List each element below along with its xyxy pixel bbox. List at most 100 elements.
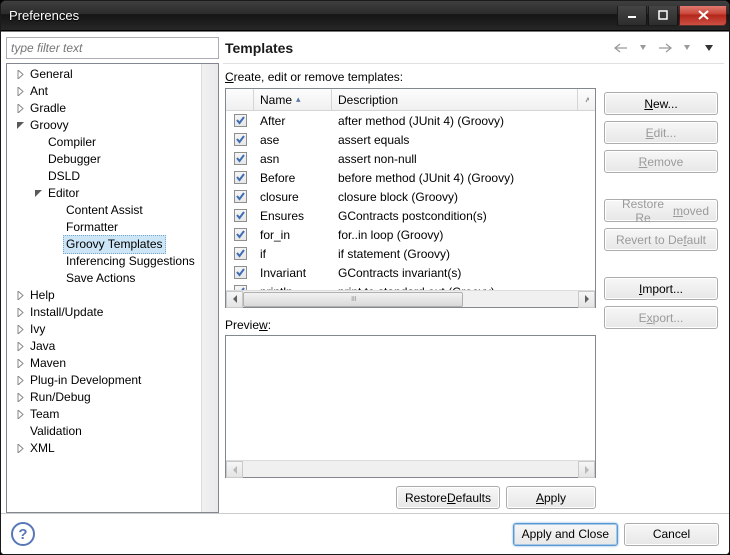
view-menu-icon[interactable]: [698, 39, 720, 57]
tree-item[interactable]: Content Assist: [7, 202, 218, 219]
cell-name: ase: [254, 133, 332, 147]
checkbox-icon[interactable]: [234, 190, 247, 203]
collapse-icon[interactable]: [13, 121, 27, 130]
table-row[interactable]: ifif statement (Groovy): [226, 244, 595, 263]
table-row[interactable]: Beforebefore method (JUnit 4) (Groovy): [226, 168, 595, 187]
tree-item[interactable]: Ivy: [7, 321, 218, 338]
tree-item[interactable]: General: [7, 66, 218, 83]
page-title: Templates: [225, 40, 610, 56]
expand-icon[interactable]: [13, 444, 27, 453]
restore-defaults-button[interactable]: Restore Defaults: [396, 486, 500, 509]
expand-icon[interactable]: [13, 70, 27, 79]
back-menu-icon[interactable]: [632, 39, 654, 57]
preview-area[interactable]: [225, 335, 596, 478]
checkbox-icon[interactable]: [234, 285, 247, 290]
tree-item[interactable]: Java: [7, 338, 218, 355]
expand-icon[interactable]: [13, 342, 27, 351]
checkbox-icon[interactable]: [234, 247, 247, 260]
forward-menu-icon[interactable]: [676, 39, 698, 57]
tree-item[interactable]: Inferencing Suggestions: [7, 253, 218, 270]
tree-item[interactable]: Run/Debug: [7, 389, 218, 406]
tree-item[interactable]: Groovy: [7, 117, 218, 134]
table-row[interactable]: EnsuresGContracts postcondition(s): [226, 206, 595, 225]
apply-button[interactable]: Apply: [506, 486, 596, 509]
export-button[interactable]: Export...: [604, 306, 718, 329]
table-row[interactable]: for_infor..in loop (Groovy): [226, 225, 595, 244]
preview-hscrollbar[interactable]: [226, 460, 595, 477]
table-row[interactable]: InvariantGContracts invariant(s): [226, 263, 595, 282]
table-row[interactable]: aseassert equals: [226, 130, 595, 149]
titlebar[interactable]: Preferences: [1, 1, 729, 31]
new-button[interactable]: New...: [604, 92, 718, 115]
preview-scroll-right-icon[interactable]: [578, 461, 595, 478]
tree-item[interactable]: Formatter: [7, 219, 218, 236]
tree-item[interactable]: Save Actions: [7, 270, 218, 287]
checkbox-icon[interactable]: [234, 171, 247, 184]
tree-item[interactable]: DSLD: [7, 168, 218, 185]
table-row[interactable]: closureclosure block (Groovy): [226, 187, 595, 206]
table-hscrollbar[interactable]: [226, 290, 595, 307]
tree-item[interactable]: Team: [7, 406, 218, 423]
expand-icon[interactable]: [13, 291, 27, 300]
remove-button[interactable]: Remove: [604, 150, 718, 173]
col-name[interactable]: Name▴: [254, 89, 332, 110]
preferences-tree[interactable]: GeneralAntGradleGroovyCompilerDebuggerDS…: [6, 63, 219, 513]
expand-icon[interactable]: [13, 359, 27, 368]
collapse-icon[interactable]: [31, 189, 45, 198]
cell-name: Before: [254, 171, 332, 185]
col-check[interactable]: [226, 89, 254, 110]
col-description[interactable]: Description: [332, 89, 578, 110]
import-button[interactable]: Import...: [604, 277, 718, 300]
close-button[interactable]: [679, 6, 727, 26]
checkbox-icon[interactable]: [234, 266, 247, 279]
back-button[interactable]: [610, 39, 632, 57]
checkbox-icon[interactable]: [234, 114, 247, 127]
table-row[interactable]: Afterafter method (JUnit 4) (Groovy): [226, 111, 595, 130]
table-row[interactable]: printlnprint to standard out (Groovy): [226, 282, 595, 290]
scroll-right-icon[interactable]: [578, 291, 595, 308]
expand-icon[interactable]: [13, 87, 27, 96]
tree-item[interactable]: Plug-in Development: [7, 372, 218, 389]
tree-item[interactable]: Groovy Templates: [7, 236, 218, 253]
scroll-track[interactable]: [243, 291, 578, 308]
checkbox-icon[interactable]: [234, 209, 247, 222]
maximize-button[interactable]: [648, 6, 678, 26]
tree-item[interactable]: Help: [7, 287, 218, 304]
minimize-button[interactable]: [617, 6, 647, 26]
checkbox-icon[interactable]: [234, 152, 247, 165]
tree-item[interactable]: Maven: [7, 355, 218, 372]
tree-scrollbar[interactable]: [201, 64, 218, 512]
filter-input[interactable]: [6, 37, 219, 59]
tree-item[interactable]: Gradle: [7, 100, 218, 117]
cancel-button[interactable]: Cancel: [624, 523, 719, 546]
tree-item[interactable]: Ant: [7, 83, 218, 100]
tree-item[interactable]: Debugger: [7, 151, 218, 168]
expand-icon[interactable]: [13, 410, 27, 419]
preview-scroll-left-icon[interactable]: [226, 461, 243, 478]
tree-item[interactable]: Compiler: [7, 134, 218, 151]
checkbox-icon[interactable]: [234, 228, 247, 241]
expand-icon[interactable]: [13, 376, 27, 385]
tree-item[interactable]: Install/Update: [7, 304, 218, 321]
cell-desc: after method (JUnit 4) (Groovy): [332, 114, 595, 128]
checkbox-icon[interactable]: [234, 133, 247, 146]
tree-item[interactable]: XML: [7, 440, 218, 457]
expand-icon[interactable]: [13, 308, 27, 317]
table-body[interactable]: Afterafter method (JUnit 4) (Groovy)asea…: [226, 111, 595, 290]
expand-icon[interactable]: [13, 393, 27, 402]
revert-button[interactable]: Revert to Default: [604, 228, 718, 251]
tree-item[interactable]: Validation: [7, 423, 218, 440]
tree-item[interactable]: Editor: [7, 185, 218, 202]
help-icon[interactable]: ?: [11, 522, 35, 546]
scroll-thumb[interactable]: [243, 292, 463, 307]
preferences-window: Preferences GeneralAntGradleGroovyCompil…: [0, 0, 730, 555]
scroll-left-icon[interactable]: [226, 291, 243, 308]
apply-and-close-button[interactable]: Apply and Close: [513, 523, 618, 546]
expand-icon[interactable]: [13, 325, 27, 334]
restore-removed-button[interactable]: Restore Removed: [604, 199, 718, 222]
table-row[interactable]: asnassert non-null: [226, 149, 595, 168]
expand-icon[interactable]: [13, 104, 27, 113]
client-area: GeneralAntGradleGroovyCompilerDebuggerDS…: [1, 31, 729, 554]
forward-button[interactable]: [654, 39, 676, 57]
edit-button[interactable]: Edit...: [604, 121, 718, 144]
